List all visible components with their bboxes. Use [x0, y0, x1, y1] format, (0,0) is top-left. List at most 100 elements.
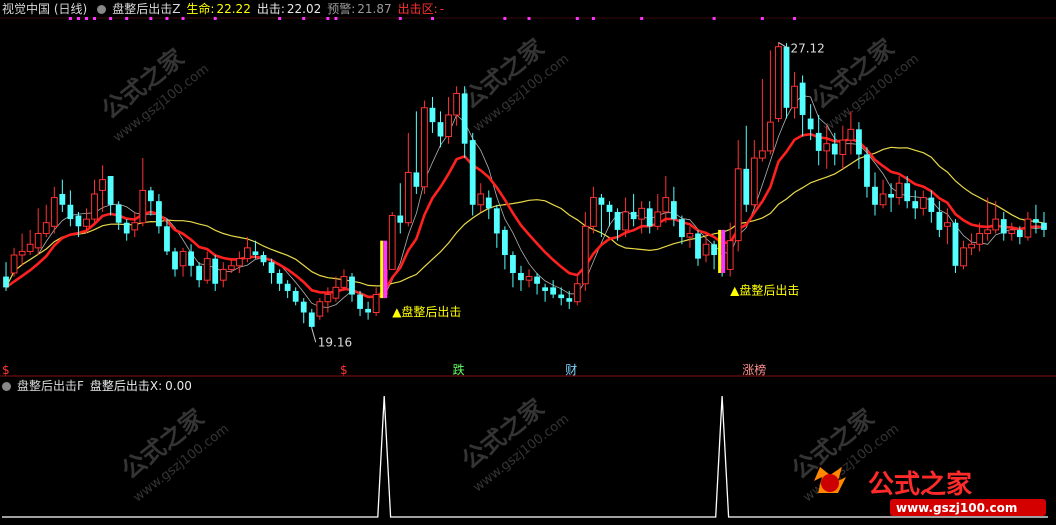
- candle-body: [421, 107, 428, 188]
- signal-label: ▲盘整后出击: [392, 304, 461, 319]
- candle-body: [212, 258, 219, 284]
- candle-body: [115, 204, 122, 223]
- candle-body: [630, 211, 637, 220]
- candle-body: [123, 222, 130, 234]
- candle-body: [904, 183, 911, 202]
- candle-body: [928, 197, 935, 212]
- magenta-marker: [575, 17, 579, 20]
- event-marker: $: [340, 363, 348, 377]
- candle-body: [349, 276, 355, 295]
- logo-url: www.gszj100.com: [896, 501, 1017, 515]
- event-marker: 跌: [453, 362, 465, 377]
- candle-body: [196, 265, 203, 281]
- high-label: 27.12: [790, 41, 824, 55]
- candle-body: [734, 168, 742, 242]
- candle-body: [131, 222, 139, 231]
- candle-body: [365, 308, 371, 313]
- settings-circle-icon[interactable]: [97, 5, 107, 14]
- magenta-marker: [591, 17, 595, 20]
- candle-body: [244, 247, 251, 260]
- candle-body: [156, 201, 162, 227]
- candle-body: [188, 251, 194, 266]
- candle-body: [614, 211, 621, 230]
- candle-body: [227, 265, 235, 270]
- candle-body: [83, 218, 90, 227]
- chuji-value: 22.02: [286, 2, 322, 16]
- candle-body: [807, 118, 814, 130]
- candle-body: [823, 143, 831, 152]
- main-header: 视觉中国 (日线) 盘整后出击Z 生命: 22.22 出击: 22.02 预警: 21.87 出…: [0, 0, 450, 18]
- candle-body: [960, 247, 967, 267]
- candle-body: [469, 140, 476, 205]
- candle-body: [75, 215, 82, 227]
- candle-body: [686, 232, 694, 238]
- sub-header: 盘整后出击F 盘整后出击X: 0.00: [0, 377, 198, 395]
- watermark: 公式之家www.gszj100.com: [456, 394, 571, 496]
- candle-body: [589, 197, 597, 227]
- event-marker: $: [2, 363, 10, 377]
- candle-body: [1016, 229, 1023, 238]
- candle-body: [260, 255, 267, 263]
- candle-body: [397, 215, 404, 223]
- candle-body: [268, 262, 275, 273]
- candle-body: [646, 208, 653, 227]
- candle-body: [437, 122, 444, 137]
- magenta-marker: [793, 17, 797, 20]
- indicator-name[interactable]: 盘整后出击Z: [112, 2, 180, 16]
- signal-bar-magenta: [383, 240, 388, 299]
- signal-bar-yellow: [380, 240, 384, 299]
- candle-body: [34, 232, 42, 249]
- candle-body: [839, 139, 847, 155]
- signal-bar-magenta: [721, 229, 726, 273]
- candle-body: [936, 211, 943, 230]
- magenta-marker: [527, 17, 531, 20]
- candle-body: [879, 193, 887, 206]
- candle-body: [799, 82, 806, 115]
- chuji-label: 出击:: [256, 2, 285, 16]
- candle-body: [461, 93, 468, 144]
- logo-badge-icon: [821, 474, 839, 492]
- candle-body: [679, 219, 685, 238]
- candle-body: [952, 222, 959, 266]
- candle-body: [340, 276, 348, 288]
- candle-body: [50, 197, 58, 227]
- candle-body: [984, 229, 992, 234]
- candle-body: [1024, 218, 1032, 238]
- candle-body: [445, 114, 452, 138]
- chujiqu-value: -: [439, 2, 445, 16]
- candle-body: [42, 222, 50, 234]
- candle-body: [767, 121, 774, 152]
- candle-body: [404, 171, 412, 224]
- chart-canvas: 公式之家www.gszj100.com 公式之家www.gszj100.com 公式…: [0, 17, 1056, 518]
- candle-body: [59, 193, 66, 205]
- candle-body: [67, 204, 74, 220]
- candle-body: [147, 190, 154, 202]
- candle-body: [622, 211, 629, 231]
- candle-body: [654, 211, 662, 227]
- candle-body: [856, 129, 862, 155]
- candle-body: [179, 250, 187, 267]
- signal-bar-yellow: [718, 229, 722, 273]
- sub-indicator-name[interactable]: 盘整后出击F: [17, 379, 84, 393]
- sub-x-value: 0.00: [165, 379, 192, 393]
- candle-body: [172, 251, 178, 270]
- candle-body: [662, 197, 670, 213]
- candle-body: [919, 197, 927, 209]
- candle-body: [139, 189, 147, 224]
- low-pointer: [311, 328, 317, 343]
- candle-body: [912, 201, 919, 209]
- candle-body: [99, 179, 106, 191]
- candle-body: [711, 244, 717, 256]
- event-marker: 财: [565, 363, 577, 377]
- candle-body: [324, 294, 332, 303]
- candle-body: [388, 215, 396, 270]
- candle-body: [864, 154, 870, 187]
- candle-body: [235, 258, 243, 267]
- sub-settings-circle-icon[interactable]: [2, 382, 11, 391]
- candle-body: [558, 294, 565, 299]
- magenta-marker: [503, 17, 507, 20]
- candle-body: [10, 254, 18, 274]
- candle-body: [750, 157, 758, 206]
- candle-body: [485, 197, 492, 209]
- candle-body: [252, 251, 259, 256]
